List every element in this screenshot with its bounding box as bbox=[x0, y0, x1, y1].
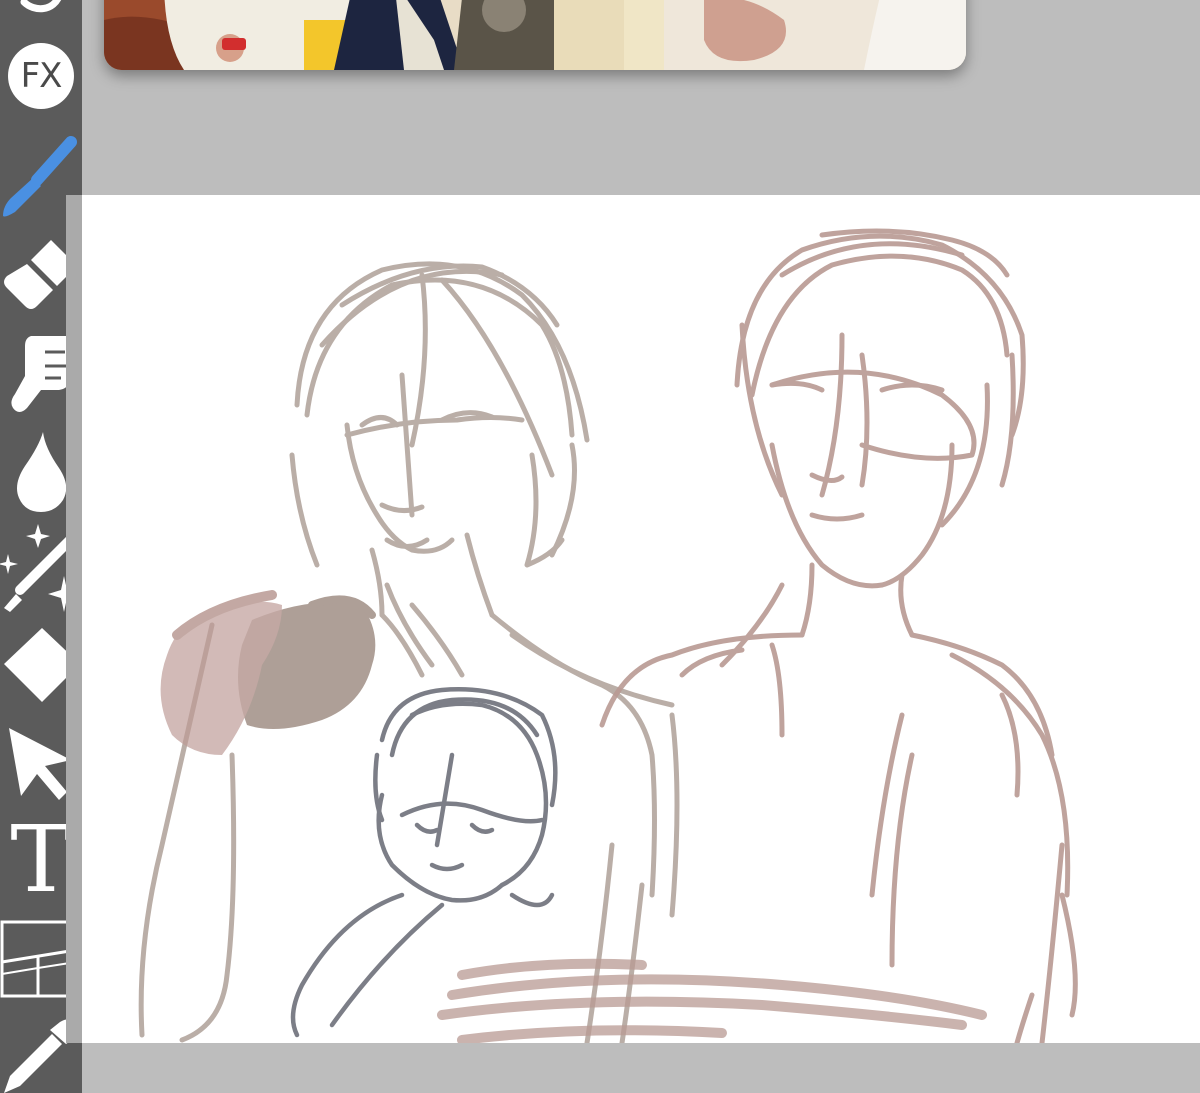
reference-photo bbox=[104, 0, 966, 70]
drawing-canvas[interactable] bbox=[82, 195, 1200, 1043]
droplet-icon bbox=[11, 428, 71, 514]
text-icon: T bbox=[10, 806, 72, 913]
lasso-tool[interactable] bbox=[0, 0, 82, 20]
fx-tool[interactable]: FX bbox=[0, 40, 82, 112]
lasso-icon bbox=[16, 0, 66, 20]
reference-image-window[interactable] bbox=[104, 0, 966, 70]
fx-icon: FX bbox=[8, 43, 74, 109]
fx-label: FX bbox=[20, 56, 63, 96]
canvas-shadow-edge bbox=[66, 195, 82, 1043]
right-figure-sketch bbox=[599, 228, 1078, 1043]
hand-sketch bbox=[160, 590, 376, 755]
sketch-artwork bbox=[138, 228, 1078, 1043]
arm-across-sketch bbox=[437, 958, 987, 1043]
